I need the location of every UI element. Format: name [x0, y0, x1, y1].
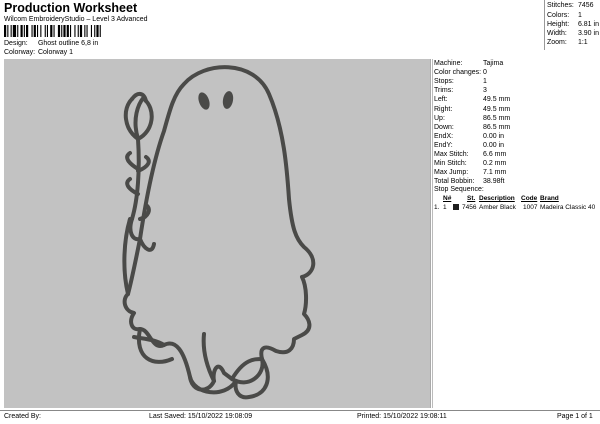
summary-height: Height: 6.81 in [547, 21, 599, 28]
footer-divider [0, 410, 600, 411]
colorway-value: Colorway 1 [37, 49, 73, 56]
stat-label: Max Stitch: [434, 151, 469, 158]
footer-created-by: Created By: [4, 413, 41, 420]
barcode [4, 25, 101, 37]
stat-row: Trims: 3 [434, 87, 487, 94]
stat-label: Up: [434, 114, 445, 122]
stat-value: 7.1 mm [483, 169, 507, 177]
stat-row: Up: 86.5 mm [434, 115, 510, 122]
stat-label: Trims: [434, 87, 454, 95]
ghost-embroidery-image [122, 65, 316, 400]
col-n: N# [443, 195, 452, 202]
stat-row: Min Stitch: 0.2 mm [434, 160, 506, 167]
stat-row: EndX: 0.00 in [434, 133, 504, 140]
stat-row: Right: 49.5 mm [434, 106, 510, 113]
stat-value: 86.5 mm [483, 114, 511, 122]
footer-printed: Printed: 15/10/2022 19:08:11 [357, 413, 447, 420]
stop-row-n: 1 [443, 204, 447, 211]
colors-label: Colors: [547, 12, 570, 19]
summary-zoom: Zoom: 1:1 [547, 39, 588, 46]
col-st: St. [467, 195, 476, 202]
stat-row: Color changes: 0 [434, 69, 487, 76]
stat-label: Right: [434, 105, 453, 113]
stat-value: 86.5 mm [483, 123, 511, 131]
stop-sequence-heading: Stop Sequence: [434, 186, 484, 193]
stat-row: Left: 49.5 mm [434, 96, 510, 103]
colorway-label: Colorway: [4, 49, 36, 56]
page-title: Production Worksheet [4, 1, 138, 15]
stat-row: Down: 86.5 mm [434, 124, 510, 131]
stat-label: Stops: [434, 78, 454, 86]
zoom-label: Zoom: [547, 39, 567, 46]
col-description: Description [479, 195, 515, 202]
stat-value: 1 [483, 78, 487, 86]
stat-value: 0.2 mm [483, 160, 507, 168]
design-preview [4, 59, 431, 408]
stat-label: Down: [434, 123, 454, 131]
stop-row-description: Amber Black [479, 204, 516, 211]
summary-colors: Colors: 1 [547, 12, 582, 19]
stat-value: 3 [483, 87, 487, 95]
height-label: Height: [547, 21, 570, 28]
stat-label: Color changes: [434, 69, 482, 77]
height-value: 6.81 in [577, 21, 599, 28]
footer-last-saved: Last Saved: 15/10/2022 19:08:09 [149, 413, 253, 420]
stat-row: Max Jump: 7.1 mm [434, 169, 506, 176]
stat-row: Machine: Tajima [434, 60, 503, 67]
colorway-row: Colorway: Colorway 1 [4, 49, 73, 56]
stat-value: 6.6 mm [483, 151, 507, 158]
stat-label: Machine: [434, 60, 463, 67]
stitches-value: 7456 [577, 2, 594, 9]
stat-label: EndY: [434, 141, 453, 149]
stat-label: EndX: [434, 132, 454, 140]
stat-label: Total Bobbin: [434, 178, 475, 186]
stat-label: Min Stitch: [434, 160, 467, 168]
stat-row: Max Stitch: 6.6 mm [434, 151, 506, 158]
design-row: Design: Ghost outline 6,8 in [4, 40, 98, 47]
width-label: Width: [547, 30, 567, 37]
stat-row: Stops: 1 [434, 78, 487, 85]
stat-value: Tajima [483, 60, 504, 67]
stat-value: 0.00 in [483, 141, 505, 149]
stat-label: Left: [434, 96, 448, 104]
col-code: Code [521, 195, 538, 202]
stop-row-brand: Madeira Classic 40 [540, 204, 596, 211]
footer-page: Page 1 of 1 [557, 413, 593, 420]
stat-value: 38.98ft [483, 178, 505, 186]
stat-row: EndY: 0.00 in [434, 142, 504, 149]
stat-value: 49.5 mm [483, 105, 511, 113]
width-value: 3.90 in [577, 30, 599, 37]
stop-row-stitches: 7456 [462, 204, 477, 211]
stitches-label: Stitches: [547, 2, 574, 9]
summary-stitches: Stitches: 7456 [547, 2, 594, 9]
zoom-value: 1:1 [577, 39, 588, 46]
stat-value: 0 [483, 69, 487, 77]
stat-row: Total Bobbin: 38.98ft [434, 178, 504, 185]
stat-value: 0.00 in [483, 132, 505, 140]
design-value: Ghost outline 6,8 in [37, 40, 99, 47]
stat-label: Max Jump: [434, 169, 469, 177]
summary-width: Width: 3.90 in [547, 30, 599, 37]
stat-value: 49.5 mm [483, 96, 511, 104]
stop-row-index: 1. [434, 204, 440, 211]
software-subtitle: Wilcom EmbroideryStudio – Level 3 Advanc… [4, 16, 148, 23]
colors-value: 1 [577, 12, 582, 19]
col-brand: Brand [540, 195, 559, 202]
stop-row-code: 1007 [523, 204, 538, 211]
design-label: Design: [4, 40, 28, 47]
thread-color-swatch [453, 204, 459, 210]
